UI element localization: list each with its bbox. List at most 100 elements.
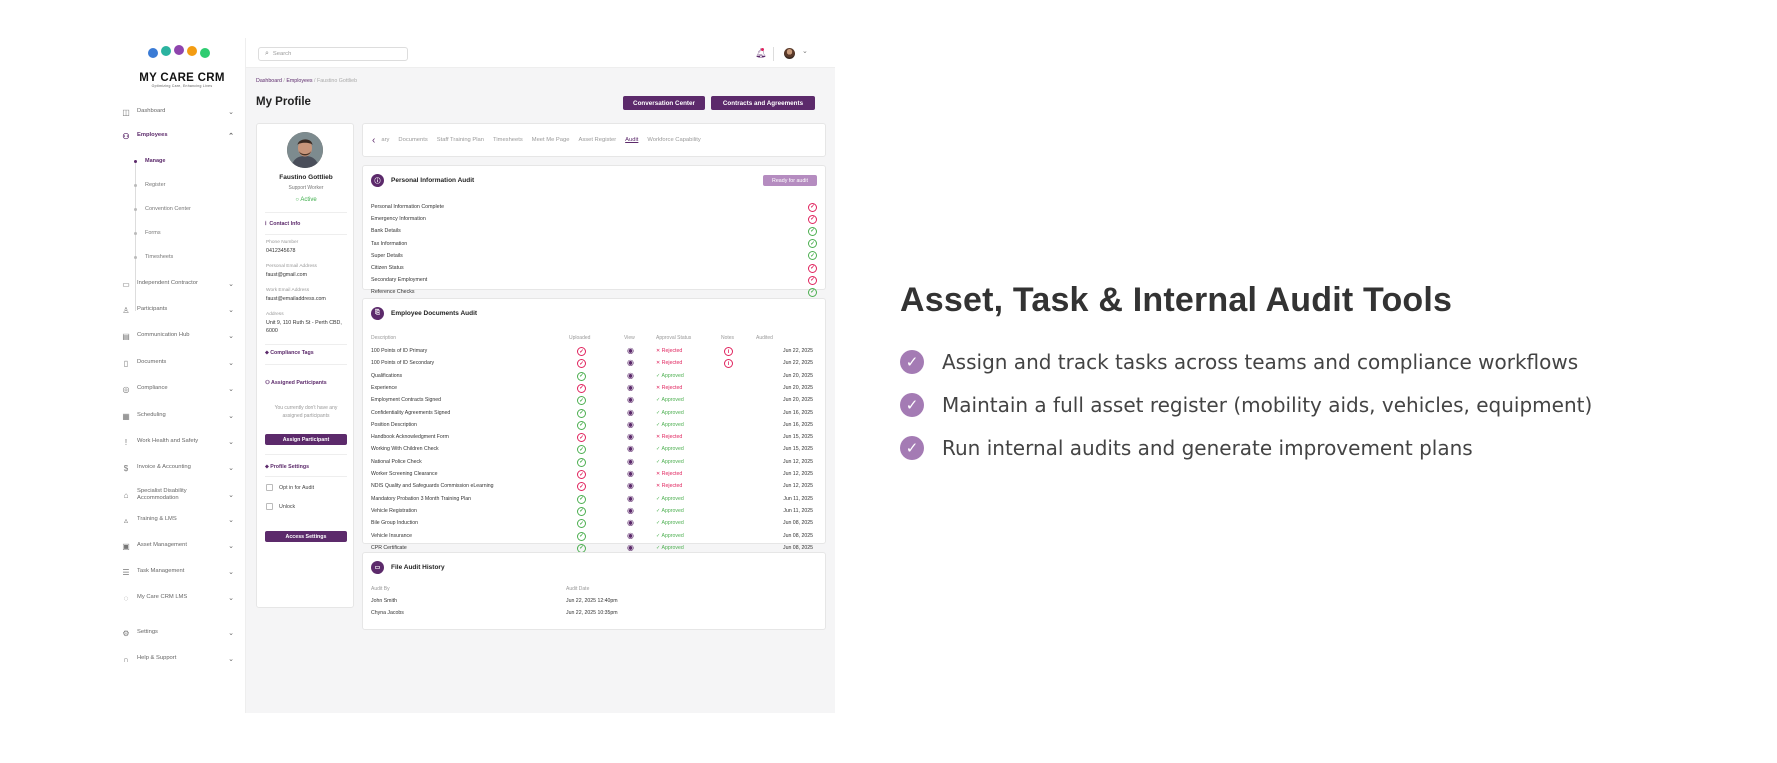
assign-participant-button[interactable]: Assign Participant [265,434,347,445]
sidebar-item-dashboard[interactable]: ◫ Dashboard ⌄ [118,104,246,120]
sidebar-item-help-support[interactable]: ∩ Help & Support ⌄ [118,651,246,667]
contracts-agreements-button[interactable]: Contracts and Agreements [711,96,815,110]
sidebar-item-mycare-lms[interactable]: ◌ My Care CRM LMS ⌄ [118,590,246,606]
approval-status: ✕ Rejected [656,348,683,354]
sidebar-item-settings[interactable]: ⚙ Settings ⌄ [118,625,246,641]
eye-icon[interactable]: ◉ [627,359,637,367]
sidebar-item-employees[interactable]: ⚇ Employees ⌃ [118,128,246,144]
sidebar-item-asset-management[interactable]: ▣ Asset Management ⌄ [118,538,246,554]
tab-summary[interactable]: ary [381,137,389,143]
sidebar-sub-manage[interactable]: Manage [134,154,234,168]
ready-for-audit-button[interactable]: Ready for audit [763,175,817,186]
chevron-left-icon[interactable]: ‹ [372,135,375,146]
chevron-down-icon: ⌄ [228,386,234,393]
bell-icon[interactable]: 🔔︎ [755,48,766,59]
eye-icon[interactable]: ◉ [627,371,637,380]
brand-logo[interactable]: MY CARE CRM Optimizing Care, Enhancing L… [130,45,234,92]
access-settings-button[interactable]: Access Settings [265,531,347,542]
check-circle-icon: ✓ [808,251,817,261]
eye-icon[interactable]: ◉ [627,470,637,478]
approval-status: ✓ Approved [656,409,684,416]
feature-item: ✓ Run internal audits and generate improv… [900,436,1473,460]
audit-row: Personal Information Complete ✓ [371,201,817,213]
sidebar-sub-timesheets[interactable]: Timesheets [134,250,234,264]
opt-in-audit-checkbox[interactable]: Opt in for Audit [266,484,314,491]
sidebar-item-documents[interactable]: ▯ Documents ⌄ [118,355,246,371]
table-row: Qualifications ✓ ◉ ✓ Approved Jun 20, 2025 [371,370,813,381]
chat-icon: ▤ [122,331,130,341]
sidebar-sub-register[interactable]: Register [134,178,234,192]
sidebar-sub-forms[interactable]: Forms [134,226,234,240]
sidebar-item-communication-hub[interactable]: ▤ Communication Hub ⌄ [118,328,246,344]
breadcrumb-employees[interactable]: Employees [286,78,312,84]
chevron-down-icon[interactable]: ⌄ [802,47,808,55]
note-info-icon[interactable]: i [724,359,733,369]
eye-icon[interactable]: ◉ [627,420,637,429]
sidebar-item-task-management[interactable]: ☰ Task Management ⌄ [118,564,246,580]
eye-icon[interactable]: ◉ [627,519,637,527]
sidebar: MY CARE CRM Optimizing Care, Enhancing L… [118,38,246,713]
audit-row: Reference Checks ✓ [371,286,817,298]
eye-icon[interactable]: ◉ [627,494,637,503]
eye-icon[interactable]: ◉ [627,457,637,466]
approval-status: ✕ Rejected [656,483,683,490]
chevron-up-icon: ⌃ [228,133,234,140]
eye-icon[interactable]: ◉ [627,408,637,417]
eye-icon[interactable]: ◉ [627,543,637,552]
tab-documents[interactable]: Documents [398,137,427,143]
check-circle-icon: ◎ [122,384,130,394]
breadcrumb-dashboard[interactable]: Dashboard [256,78,282,84]
sidebar-item-training-lms[interactable]: ▵ Training & LMS ⌄ [118,512,246,528]
list-icon: ☰ [122,567,130,577]
eye-icon[interactable]: ◉ [627,433,637,441]
chevron-down-icon: ⌄ [228,569,234,576]
approval-status: ✓ Approved [656,495,684,502]
tab-workforce-capability[interactable]: Workforce Capability [647,137,700,143]
avatar[interactable] [784,48,795,59]
sidebar-item-scheduling[interactable]: ▦ Scheduling ⌄ [118,408,246,424]
conversation-center-button[interactable]: Conversation Center [623,96,705,110]
search-input[interactable]: ⌕ Search [258,47,408,61]
personal-information-audit-card: ⓘ Personal Information Audit Ready for au… [362,165,826,297]
people-icon: ⚇ [265,380,270,386]
note-info-icon[interactable]: i [724,347,733,356]
sidebar-item-compliance[interactable]: ◎ Compliance ⌄ [118,381,246,397]
sidebar-sub-convention-center[interactable]: Convention Center [134,202,234,216]
eye-icon[interactable]: ◉ [627,531,637,540]
tab-asset-register[interactable]: Asset Register [578,137,616,143]
sidebar-item-participants[interactable]: ♙ Participants ⌄ [118,302,246,318]
history-row: Chyna Jacobs [371,610,404,616]
sidebar-item-work-health-safety[interactable]: ! Work Health and Safety ⌄ [118,434,246,450]
chat-bubble-icon: ◌ [123,593,129,603]
sidebar-item-invoice-accounting[interactable]: $ Invoice & Accounting ⌄ [118,460,246,476]
tab-timesheets[interactable]: Timesheets [493,137,523,143]
chevron-down-icon: ⌄ [228,595,234,602]
phone-value: 0412345678 [266,248,296,254]
eye-icon[interactable]: ◉ [627,396,637,404]
sidebar-item-independent-contractor[interactable]: ▭ Independent Contractor ⌄ [118,276,246,292]
uploaded-error-icon: ✓ [577,383,586,393]
audit-row: Emergency Information ✓ [371,213,817,225]
sidebar-item-specialist-disability[interactable]: ⌂ Specialist Disability Accommodation ⌄ [118,484,246,506]
unlock-checkbox[interactable]: Unlock [266,503,295,510]
tab-meet-me-page[interactable]: Meet Me Page [532,137,570,143]
home-icon: ⌂ [123,490,129,500]
eye-icon[interactable]: ◉ [627,482,637,490]
chevron-down-icon: ⌄ [228,307,234,314]
breadcrumb: Dashboard / Employees / Faustino Gottlie… [256,78,358,84]
approval-status: ✓ Approved [656,520,684,527]
tab-staff-training-plan[interactable]: Staff Training Plan [437,137,484,143]
approval-status: ✕ Rejected [656,384,683,391]
eye-icon[interactable]: ◉ [627,506,637,515]
chevron-down-icon: ⌄ [228,543,234,550]
eye-icon[interactable]: ◉ [627,347,637,355]
eye-icon[interactable]: ◉ [627,383,637,392]
compliance-tags-heading[interactable]: ⬥ Compliance Tags [265,350,314,357]
table-row: Employment Contracts Signed ✓ ◉ ✓ Approved J… [371,395,813,406]
profile-role: Support Worker [288,185,324,191]
tab-audit[interactable]: Audit [625,137,638,143]
approval-status: ✓ Approved [656,458,684,465]
eye-icon[interactable]: ◉ [627,445,637,453]
uploaded-error-icon: ✓ [577,359,586,369]
history-header-by: Audit By [371,586,390,592]
